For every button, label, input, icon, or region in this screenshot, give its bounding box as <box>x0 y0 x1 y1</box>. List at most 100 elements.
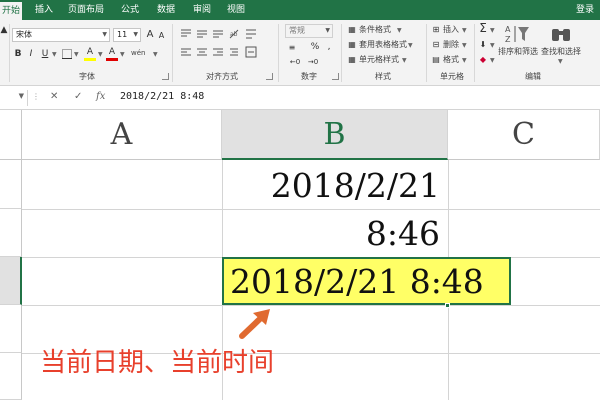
column-header-a[interactable]: A <box>22 110 222 160</box>
wrap-text-icon[interactable] <box>246 29 256 39</box>
fill-color-letter: A <box>86 47 94 57</box>
chevron-down-icon[interactable]: ▼ <box>74 51 79 58</box>
tab-page-layout[interactable]: 页面布局 <box>66 0 106 20</box>
sort-filter-icon[interactable]: A Z <box>504 23 530 45</box>
chevron-down-icon[interactable]: ▼ <box>462 27 467 34</box>
chevron-down-icon[interactable]: ▼ <box>402 57 407 64</box>
cell-b2[interactable]: 8:46 <box>222 214 440 254</box>
row-header[interactable] <box>0 209 22 257</box>
decrease-decimal-icon[interactable]: →0 <box>306 56 320 68</box>
align-center-icon[interactable] <box>197 48 207 56</box>
italic-button[interactable]: I <box>26 48 36 60</box>
format-cells-button[interactable]: 格式 <box>443 55 459 65</box>
insert-cells-button[interactable]: 插入 <box>443 25 459 35</box>
formula-input[interactable]: 2018/2/21 8:48 <box>120 91 204 102</box>
chevron-down-icon[interactable]: ▼ <box>52 51 57 58</box>
find-select-icon[interactable] <box>550 23 572 45</box>
svg-text:ab: ab <box>230 31 238 38</box>
confirm-entry-icon[interactable]: ✓ <box>74 91 82 102</box>
row-header[interactable] <box>0 160 22 209</box>
font-name-select[interactable]: 宋体 ▼ <box>12 28 110 42</box>
chevron-down-icon[interactable]: ▼ <box>120 51 125 58</box>
phonetic-guide-button[interactable]: wén <box>131 48 145 58</box>
chevron-down-icon[interactable]: ▼ <box>462 42 467 49</box>
bold-button[interactable]: B <box>13 48 23 60</box>
fill-icon[interactable]: ⬇ <box>477 39 489 51</box>
conditional-format-icon: ▦ <box>348 25 356 34</box>
align-top-icon[interactable] <box>181 29 191 37</box>
orientation-icon[interactable]: ab <box>229 29 239 39</box>
group-separator <box>172 24 173 82</box>
tab-data[interactable]: 数据 <box>152 0 180 20</box>
borders-icon[interactable] <box>62 49 72 59</box>
tab-insert[interactable]: 插入 <box>30 0 58 20</box>
row-header-selected[interactable] <box>0 257 22 305</box>
column-header-c[interactable]: C <box>448 110 600 160</box>
number-dialog-launcher-icon[interactable] <box>332 73 339 80</box>
font-dialog-launcher-icon[interactable] <box>162 73 169 80</box>
sort-filter-button[interactable]: 排序和筛选 <box>498 47 538 57</box>
grid-line <box>22 305 600 306</box>
chevron-down-icon[interactable]: ▼ <box>490 42 495 49</box>
align-middle-icon[interactable] <box>197 30 207 38</box>
row-header[interactable] <box>0 353 22 400</box>
chevron-down-icon[interactable]: ▼ <box>558 58 563 65</box>
insert-cells-icon: ⊞ <box>432 25 440 34</box>
font-color-swatch <box>106 58 118 61</box>
tab-review[interactable]: 审阅 <box>188 0 216 20</box>
insert-function-button[interactable]: fx <box>96 91 105 102</box>
cell-b1[interactable]: 2018/2/21 <box>222 166 440 206</box>
select-all-corner[interactable] <box>0 110 22 160</box>
styles-group-label: 样式 <box>375 72 391 81</box>
cell-b3-selected[interactable]: 2018/2/21 8:48 <box>222 257 511 305</box>
tab-view[interactable]: 视图 <box>222 0 250 20</box>
comma-style-button[interactable]: , <box>324 41 334 53</box>
formula-bar-splitter[interactable]: ⋮ <box>32 92 40 101</box>
login-link[interactable]: 登录 <box>576 0 594 20</box>
chevron-down-icon[interactable]: ▼ <box>153 51 158 58</box>
align-left-icon[interactable] <box>181 48 191 56</box>
group-separator <box>341 24 342 82</box>
row-header[interactable] <box>0 305 22 353</box>
column-header-b[interactable]: B <box>222 110 448 160</box>
alignment-buttons: ab <box>181 29 257 58</box>
chevron-down-icon[interactable]: ▼ <box>19 92 24 100</box>
chevron-down-icon[interactable]: ▼ <box>98 51 103 58</box>
chevron-down-icon[interactable]: ▼ <box>462 57 467 64</box>
delete-cells-button[interactable]: 删除 <box>443 40 459 50</box>
font-size-select[interactable]: 11 ▼ <box>113 28 141 42</box>
group-separator <box>426 24 427 82</box>
name-box[interactable]: ▼ <box>0 90 28 106</box>
chevron-down-icon[interactable]: ▼ <box>490 57 495 64</box>
font-color-letter: A <box>108 47 116 57</box>
format-as-table-button[interactable]: 套用表格格式 <box>359 40 407 50</box>
percent-style-button[interactable]: % <box>310 41 320 53</box>
cancel-entry-icon[interactable]: ✕ <box>50 91 58 102</box>
alignment-dialog-launcher-icon[interactable] <box>266 73 273 80</box>
clipboard-collapse-icon[interactable]: ▲ <box>0 24 8 36</box>
font-color-icon[interactable]: A <box>106 46 118 61</box>
conditional-format-button[interactable]: 条件格式 <box>359 25 391 35</box>
grow-font-icon[interactable]: A <box>145 29 155 41</box>
increase-decimal-icon[interactable]: ←0 <box>288 56 302 68</box>
find-select-button[interactable]: 查找和选择 <box>541 47 581 57</box>
autosum-icon[interactable]: Σ <box>477 22 489 34</box>
clear-icon[interactable]: ◆ <box>477 54 489 66</box>
ribbon: ▲ 宋体 ▼ 11 ▼ A A B I U ▼ ▼ A ▼ A ▼ wén ▼ … <box>0 20 600 86</box>
indent-icon[interactable] <box>230 48 238 56</box>
chevron-down-icon[interactable]: ▼ <box>490 27 495 34</box>
tab-formulas[interactable]: 公式 <box>116 0 144 20</box>
merge-center-icon[interactable] <box>245 46 257 58</box>
underline-button[interactable]: U <box>40 48 50 60</box>
align-right-icon[interactable] <box>213 48 223 56</box>
align-bottom-icon[interactable] <box>213 30 223 38</box>
shrink-font-icon[interactable]: A <box>157 30 166 42</box>
fill-color-icon[interactable]: A <box>84 46 96 61</box>
accounting-format-icon[interactable]: ≡ <box>286 42 298 54</box>
fill-handle[interactable] <box>445 303 450 308</box>
cell-styles-button[interactable]: 单元格样式 <box>359 55 399 65</box>
number-format-select[interactable]: 常规 ▼ <box>285 24 333 38</box>
chevron-down-icon[interactable]: ▼ <box>408 42 413 49</box>
tab-home[interactable]: 开始 <box>0 2 22 20</box>
chevron-down-icon[interactable]: ▼ <box>397 27 402 34</box>
